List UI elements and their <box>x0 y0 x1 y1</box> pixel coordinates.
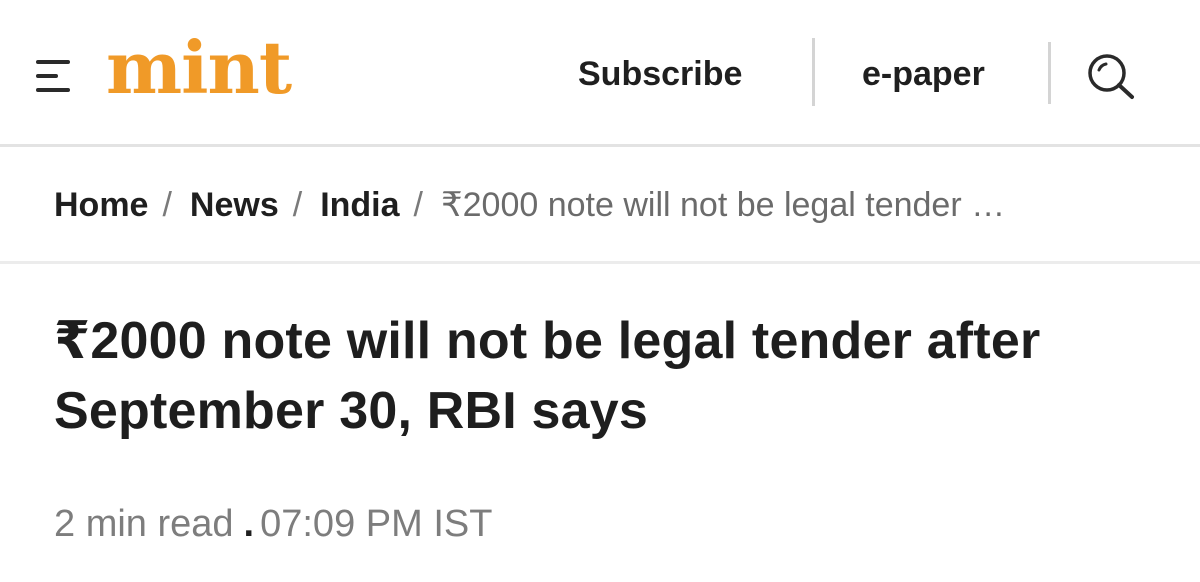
breadcrumb-current: ₹2000 note will not be legal tender … <box>441 186 1006 224</box>
breadcrumb-home[interactable]: Home <box>54 186 148 224</box>
breadcrumb: Home / News / India / ₹2000 note will not be l… <box>54 183 1174 227</box>
menu-bar-bottom <box>36 88 70 92</box>
breadcrumb-bar: Home / News / India / ₹2000 note will not be l… <box>0 147 1200 264</box>
breadcrumb-separator: / <box>413 186 423 224</box>
menu-bar-top <box>36 60 70 64</box>
search-icon[interactable] <box>1082 50 1144 102</box>
subscribe-link[interactable]: Subscribe <box>578 52 742 96</box>
site-header: mint Subscribe e-paper <box>0 0 1200 147</box>
read-time: 2 min read <box>54 503 234 545</box>
search-icon-graphic <box>1088 54 1134 99</box>
menu-bar-middle <box>36 74 58 78</box>
breadcrumb-separator: / <box>162 186 172 224</box>
header-divider <box>1048 42 1051 104</box>
meta-separator: . <box>243 503 255 545</box>
header-divider <box>812 38 815 106</box>
publish-time: 07:09 PM IST <box>260 503 493 545</box>
breadcrumb-india[interactable]: India <box>320 186 399 224</box>
hamburger-menu-icon[interactable] <box>30 55 76 97</box>
article-meta: 2 min read. 07:09 PM IST <box>54 500 492 548</box>
breadcrumb-separator: / <box>292 186 303 224</box>
page: mint Subscribe e-paper Home / News / India / ₹… <box>0 0 1200 582</box>
breadcrumb-news[interactable]: News <box>190 186 279 224</box>
epaper-link[interactable]: e-paper <box>862 52 985 96</box>
article-title: ₹2000 note will not be legal tender afte… <box>54 312 1041 440</box>
mint-logo[interactable]: mint <box>106 28 292 108</box>
